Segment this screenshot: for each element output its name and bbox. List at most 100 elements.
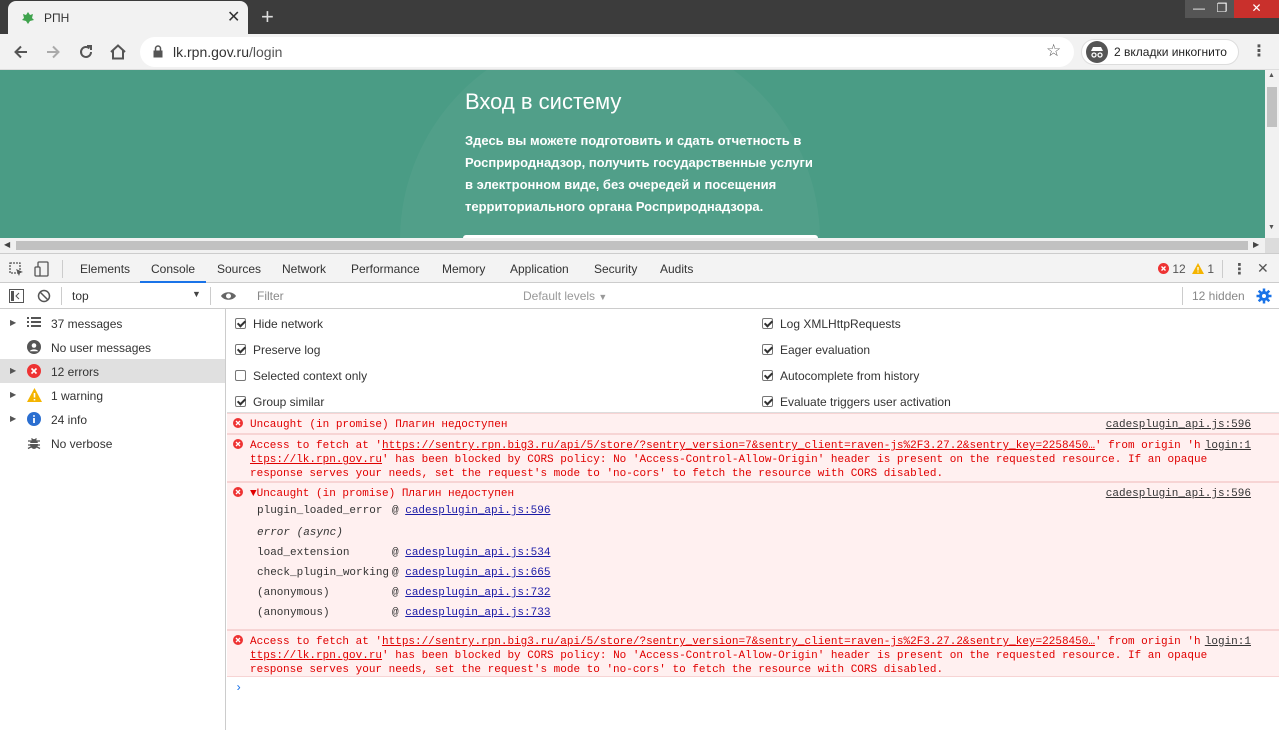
forward-button[interactable] [41, 40, 65, 64]
incognito-label: 2 вкладки инкогнито [1114, 45, 1227, 59]
console-prompt-icon[interactable]: › [235, 681, 242, 695]
sidebar-item-label: 37 messages [51, 317, 123, 331]
device-toolbar-icon[interactable] [34, 261, 50, 277]
checkbox-box[interactable] [762, 370, 773, 381]
incognito-icon [1086, 41, 1108, 63]
source-link[interactable]: login:1 [1205, 636, 1251, 648]
checkbox-box[interactable] [762, 318, 773, 329]
error-icon [233, 487, 243, 497]
source-link[interactable]: cadesplugin_api.js:596 [1106, 488, 1251, 500]
sidebar-item-info[interactable]: ▶ 24 info [0, 407, 225, 431]
address-bar[interactable]: lk.rpn.gov.ru/login ☆ [140, 37, 1074, 67]
context-selector[interactable]: top [72, 289, 89, 303]
scroll-down-icon[interactable]: ▼ [1268, 224, 1275, 231]
sidebar-item-errors[interactable]: ▶ 12 errors [0, 359, 225, 383]
console-settings-gear-icon[interactable] [1256, 288, 1272, 304]
tab-security[interactable]: Security [594, 262, 637, 276]
error-text: ' from origin 'h [1094, 440, 1201, 452]
tab-network[interactable]: Network [282, 262, 326, 276]
console-filter-input[interactable] [252, 286, 514, 306]
info-icon [27, 412, 41, 426]
sidebar-item-warnings[interactable]: ▶ 1 warning [0, 383, 225, 407]
sentry-url-link[interactable]: https://sentry.rpn.big3.ru/api/5/store/?… [382, 440, 1095, 452]
live-expression-eye-icon[interactable] [220, 290, 237, 302]
warning-icon [27, 388, 42, 402]
tab-application[interactable]: Application [510, 262, 569, 276]
log-levels-dropdown[interactable]: Default levels ▼ [523, 289, 607, 303]
expand-arrow-icon[interactable]: ▶ [10, 390, 16, 399]
checkbox-label: Eager evaluation [780, 343, 871, 357]
origin-url-link[interactable]: ttps://lk.rpn.gov.ru [250, 454, 382, 466]
stack-location-link[interactable]: cadesplugin_api.js:733 [405, 607, 550, 619]
console-error-group[interactable]: ▼Uncaught (in promise) Плагин недоступен… [227, 482, 1279, 630]
tab-elements[interactable]: Elements [80, 262, 130, 276]
error-text: Uncaught (in promise) Плагин недоступен [250, 419, 508, 431]
incognito-indicator[interactable]: 2 вкладки инкогнито [1081, 39, 1239, 65]
close-window-button[interactable]: ✕ [1234, 0, 1279, 18]
bookmark-star-icon[interactable]: ☆ [1046, 41, 1061, 61]
console-error-message: Access to fetch at 'https://sentry.rpn.b… [227, 630, 1279, 677]
page-viewport: Вход в систему Здесь вы можете подготови… [0, 70, 1265, 238]
context-dropdown-icon[interactable]: ▼ [192, 289, 201, 299]
expand-arrow-icon[interactable]: ▶ [10, 414, 16, 423]
sidebar-item-messages[interactable]: ▶ 37 messages [0, 311, 225, 335]
maximize-button[interactable]: ❐ [1208, 0, 1236, 18]
checkbox-box[interactable] [762, 396, 773, 407]
tab-memory[interactable]: Memory [442, 262, 485, 276]
checkbox-box[interactable] [235, 344, 246, 355]
home-button[interactable] [106, 40, 130, 64]
scroll-up-icon[interactable]: ▲ [1268, 72, 1275, 79]
browser-tab[interactable]: РПН ✕ [8, 1, 248, 34]
expand-arrow-icon[interactable]: ▶ [10, 366, 16, 375]
scroll-right-icon[interactable]: ▶ [1253, 240, 1259, 249]
checkbox-box[interactable] [762, 344, 773, 355]
expand-arrow-icon[interactable]: ▶ [10, 318, 16, 327]
sentry-url-link[interactable]: https://sentry.rpn.big3.ru/api/5/store/?… [382, 636, 1095, 648]
back-button[interactable] [9, 40, 33, 64]
toolbar-divider [1222, 260, 1223, 278]
stack-location-link[interactable]: cadesplugin_api.js:596 [405, 505, 550, 517]
error-text-line-3: response serves your needs, set the requ… [250, 664, 944, 676]
source-link[interactable]: cadesplugin_api.js:596 [1106, 419, 1251, 431]
tab-performance[interactable]: Performance [351, 262, 420, 276]
browser-menu-icon[interactable]: ⋮ [1251, 41, 1267, 61]
source-link[interactable]: login:1 [1205, 440, 1251, 452]
checkbox-box[interactable] [235, 370, 246, 381]
sidebar-item-label: 12 errors [51, 365, 100, 379]
sidebar-toggle-icon[interactable] [9, 289, 24, 303]
scroll-left-icon[interactable]: ◀ [4, 240, 10, 249]
url-path: /login [249, 44, 283, 60]
new-tab-button[interactable]: + [261, 4, 274, 30]
inspect-element-icon[interactable] [9, 262, 24, 277]
horizontal-scrollbar[interactable]: ◀ ▶ [0, 238, 1265, 253]
url-text: lk.rpn.gov.ru/login [173, 44, 282, 60]
stack-location-link[interactable]: cadesplugin_api.js:732 [405, 587, 550, 599]
vertical-scrollbar[interactable]: ▲ ▼ [1265, 70, 1279, 238]
at-sign: @ [392, 587, 399, 599]
error-text-line-2: ttps://lk.rpn.gov.ru' has been blocked b… [250, 649, 1207, 663]
vertical-scroll-thumb[interactable] [1267, 87, 1277, 127]
close-devtools-icon[interactable]: ✕ [1257, 260, 1269, 277]
async-label: error (async) [257, 527, 343, 539]
reload-button[interactable] [74, 40, 98, 64]
issue-counts[interactable]: 12 1 [1158, 262, 1214, 276]
error-text[interactable]: ▼Uncaught (in promise) Плагин недоступен [250, 487, 514, 501]
close-tab-icon[interactable]: ✕ [227, 7, 240, 27]
tab-console[interactable]: Console [151, 262, 195, 276]
checkbox-box[interactable] [235, 396, 246, 407]
home-icon [110, 44, 126, 60]
clear-console-icon[interactable] [37, 289, 51, 303]
console-error-message: Access to fetch at 'https://sentry.rpn.b… [227, 434, 1279, 482]
origin-url-link[interactable]: ttps://lk.rpn.gov.ru [250, 650, 382, 662]
checkbox-box[interactable] [235, 318, 246, 329]
sidebar-item-user-messages[interactable]: No user messages [0, 335, 225, 359]
stack-location-link[interactable]: cadesplugin_api.js:665 [405, 567, 550, 579]
devtools-menu-icon[interactable]: ⋮ [1232, 260, 1247, 278]
tab-sources[interactable]: Sources [217, 262, 261, 276]
warning-icon [1192, 263, 1205, 274]
error-text: Access to fetch at ' [250, 440, 383, 452]
sidebar-item-verbose[interactable]: No verbose [0, 431, 225, 455]
stack-location-link[interactable]: cadesplugin_api.js:534 [405, 547, 550, 559]
tab-audits[interactable]: Audits [660, 262, 693, 276]
horizontal-scroll-thumb[interactable] [16, 241, 1248, 250]
